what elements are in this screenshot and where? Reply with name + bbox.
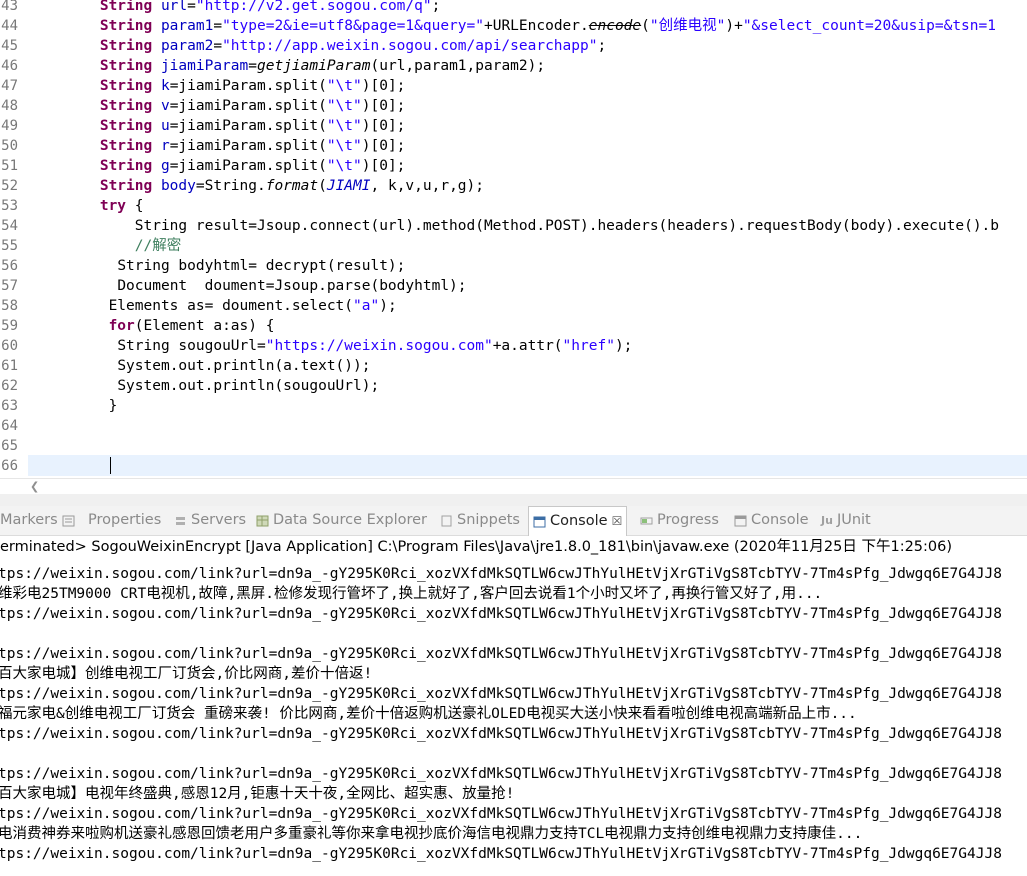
line-number: 46 <box>1 58 18 74</box>
code-line: Elements as= doument.select("a"); <box>108 298 397 314</box>
console-icon <box>533 516 546 527</box>
code-line: String g=jiamiParam.split("\t")[0]; <box>99 158 406 174</box>
code-line: String body=String.format(JIAMI, k,v,u,r… <box>99 178 484 194</box>
console-line: tps://weixin.sogou.com/link?url=dn9a_-gY… <box>0 646 1002 662</box>
line-number: 64 <box>1 418 18 434</box>
line-number: 66 <box>1 458 18 474</box>
tab-data-source-explorer[interactable]: Data Source Explorer <box>256 506 427 535</box>
close-icon[interactable]: ☒ <box>612 507 623 536</box>
line-number: 53 <box>1 198 18 214</box>
line-number: 63 <box>1 398 18 414</box>
horizontal-scrollbar[interactable]: ❮ <box>0 478 1027 495</box>
tab-label: Console <box>550 513 608 529</box>
code-line: System.out.println(sougouUrl); <box>117 378 380 394</box>
code-line: String url="http://v2.get.sogou.com/q"; <box>99 0 441 14</box>
tab-label: Servers <box>191 512 247 528</box>
line-number: 47 <box>1 78 18 94</box>
tab-label: Data Source Explorer <box>273 512 428 528</box>
code-editor[interactable]: 43 44 45 46 47 48 49 50 51 52 53 54 55 5… <box>0 0 1027 478</box>
tab-label: Progress <box>657 512 719 528</box>
progress-icon <box>640 517 653 524</box>
text-caret <box>110 457 111 474</box>
line-number: 57 <box>1 278 18 294</box>
tab-console-2[interactable]: Console <box>734 506 809 535</box>
line-number: 43 <box>1 0 18 14</box>
console-line: 维彩电25TM9000 CRT电视机,故障,黑屏.检修发现行管坏了,换上就好了,… <box>0 586 823 602</box>
code-line: try { <box>99 198 144 214</box>
console-line: tps://weixin.sogou.com/link?url=dn9a_-gY… <box>0 686 1002 702</box>
console-line: tps://weixin.sogou.com/link?url=dn9a_-gY… <box>0 726 1002 742</box>
console-line: tps://weixin.sogou.com/link?url=dn9a_-gY… <box>0 846 1002 862</box>
console-line: 电消费神券来啦购机送豪礼感恩回馈老用户多重豪礼等你来拿电视抄底价海信电视鼎力支持… <box>0 826 863 842</box>
line-number: 52 <box>1 178 18 194</box>
code-line: for(Element a:as) { <box>108 318 275 334</box>
junit-icon: Ju <box>821 514 833 527</box>
console-line: tps://weixin.sogou.com/link?url=dn9a_-gY… <box>0 766 1002 782</box>
line-number: 51 <box>1 158 18 174</box>
line-number: 54 <box>1 218 18 234</box>
tab-label: Snippets <box>457 512 520 528</box>
code-line: String param1="type=2&ie=utf8&page=1&que… <box>99 18 996 34</box>
tab-label: Properties <box>88 512 162 528</box>
tab-junit[interactable]: Ju JUnit <box>821 506 871 535</box>
line-number: 62 <box>1 378 18 394</box>
line-number: 49 <box>1 118 18 134</box>
code-line: String result=Jsoup.connect(url).method(… <box>134 218 1000 234</box>
code-line: //解密 <box>134 238 182 254</box>
code-line: Document doument=Jsoup.parse(bodyhtml); <box>117 278 467 294</box>
line-number: 55 <box>1 238 18 254</box>
console-line: tps://weixin.sogou.com/link?url=dn9a_-gY… <box>0 566 1002 582</box>
code-line: String param2="http://app.weixin.sogou.c… <box>99 38 607 54</box>
scroll-left-icon[interactable]: ❮ <box>30 479 39 495</box>
line-number: 48 <box>1 98 18 114</box>
tab-servers[interactable]: Servers <box>174 506 246 535</box>
tab-markers[interactable]: Markers <box>0 506 75 535</box>
tab-properties[interactable]: Properties <box>88 506 161 535</box>
tab-progress[interactable]: Progress <box>640 506 719 535</box>
servers-icon <box>176 516 185 525</box>
line-number: 56 <box>1 258 18 274</box>
line-number: 45 <box>1 38 18 54</box>
view-tab-bar: Markers Properties Servers Data Source E… <box>0 506 1027 536</box>
console-line: 百大家电城】电视年终盛典,感恩12月,钜惠十天十夜,全网比、超实惠、放量抢! <box>0 786 515 802</box>
line-number: 50 <box>1 138 18 154</box>
line-number: 44 <box>1 18 18 34</box>
tab-snippets[interactable]: Snippets <box>440 506 520 535</box>
console-line: tps://weixin.sogou.com/link?url=dn9a_-gY… <box>0 606 1002 622</box>
line-number: 60 <box>1 338 18 354</box>
line-number: 58 <box>1 298 18 314</box>
markers-icon <box>62 515 75 526</box>
code-line: String u=jiamiParam.split("\t")[0]; <box>99 118 406 134</box>
code-line: System.out.println(a.text()); <box>117 358 371 374</box>
console-line: 百大家电城】创维电视工厂订货会,价比网商,差价十倍返! <box>0 666 373 682</box>
code-line: String v=jiamiParam.split("\t")[0]; <box>99 98 406 114</box>
console-line: tps://weixin.sogou.com/link?url=dn9a_-gY… <box>0 806 1002 822</box>
console-status-line: erminated> SogouWeixinEncrypt [Java Appl… <box>0 536 1027 558</box>
snippets-icon <box>441 515 452 526</box>
tab-label: JUnit <box>836 512 871 528</box>
panel-divider[interactable] <box>0 494 1027 506</box>
code-line: String k=jiamiParam.split("\t")[0]; <box>99 78 406 94</box>
database-icon <box>256 515 269 526</box>
line-number: 61 <box>1 358 18 374</box>
tab-label: Console <box>751 512 809 528</box>
line-number: 65 <box>1 438 18 454</box>
current-line-highlight <box>28 455 1027 476</box>
tab-console[interactable]: Console ☒ <box>528 506 628 536</box>
line-number: 59 <box>1 318 18 334</box>
code-line: String r=jiamiParam.split("\t")[0]; <box>99 138 406 154</box>
code-line: } <box>108 398 118 414</box>
tab-label: Markers <box>0 512 58 528</box>
console-output[interactable]: tps://weixin.sogou.com/link?url=dn9a_-gY… <box>0 558 1027 876</box>
code-line: String bodyhtml= decrypt(result); <box>117 258 406 274</box>
console-icon <box>734 515 747 526</box>
code-line: String sougouUrl="https://weixin.sogou.c… <box>117 338 633 354</box>
console-line: 福元家电&创维电视工厂订货会 重磅来袭! 价比网商,差价十倍返购机送豪礼OLED… <box>0 706 857 722</box>
code-line: String jiamiParam=getjiamiParam(url,para… <box>99 58 546 74</box>
